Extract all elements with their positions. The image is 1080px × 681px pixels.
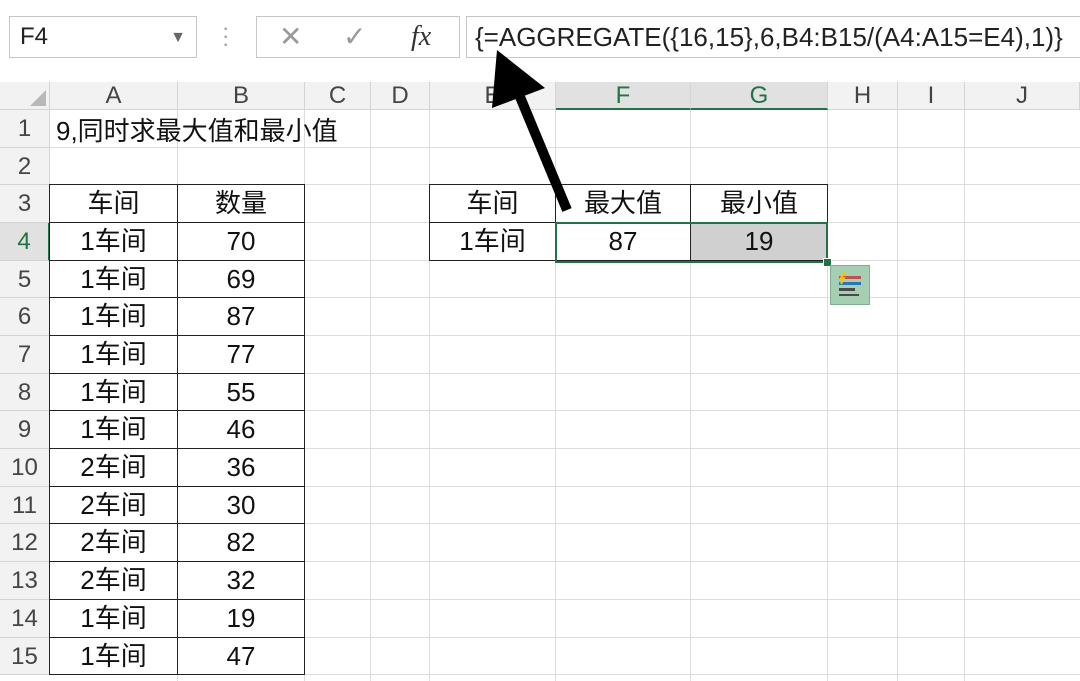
annotation-arrow-icon [492,50,572,212]
